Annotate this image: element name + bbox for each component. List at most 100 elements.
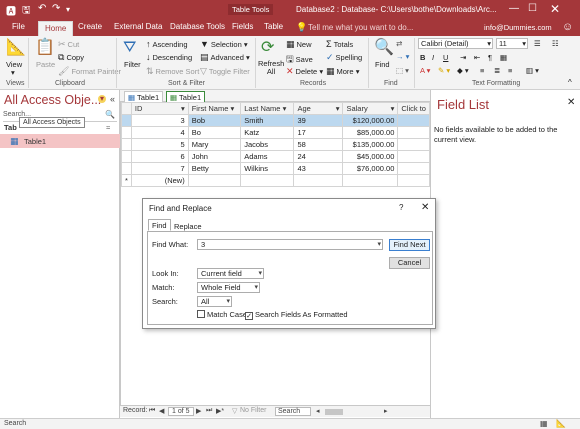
row-selector[interactable] — [121, 150, 132, 163]
cell-empty[interactable] — [397, 174, 430, 187]
copy-button[interactable]: ⧉ Copy — [58, 52, 84, 63]
selection-button[interactable]: ▼ Selection ▾ — [200, 39, 248, 49]
minimize-icon[interactable]: — — [509, 3, 519, 14]
goto-icon[interactable]: → ▾ — [396, 52, 409, 61]
paste-button[interactable]: Paste — [36, 60, 55, 69]
tab-database-tools[interactable]: Database Tools — [170, 22, 225, 31]
bold-icon[interactable]: B — [420, 53, 425, 62]
horizontal-scroll-thumb[interactable] — [325, 409, 343, 415]
cell-empty[interactable] — [293, 174, 344, 187]
collapse-section-icon[interactable]: ≈ — [106, 123, 110, 132]
last-record-icon[interactable]: ⏭ — [206, 407, 212, 415]
filter-button[interactable]: Filter — [124, 60, 141, 69]
row-selector-header[interactable] — [121, 102, 132, 115]
cell-id[interactable]: 3 — [130, 114, 189, 127]
descending-button[interactable]: ↓ Descending — [146, 52, 192, 62]
cell-first-name[interactable]: Mary — [187, 138, 242, 151]
table-row[interactable]: 7 Betty Wilkins 43 $76,000.00 — [121, 162, 430, 175]
row-selector[interactable] — [121, 114, 132, 127]
cell-last-name[interactable]: Katz — [240, 126, 295, 139]
find-icon[interactable]: 🔍 — [374, 37, 394, 57]
cell-empty[interactable] — [397, 162, 430, 175]
table-grid-icon[interactable]: ▦ — [500, 53, 507, 62]
cell-empty[interactable] — [397, 114, 430, 127]
new-row-label[interactable]: (New) — [130, 174, 189, 187]
highlight-icon[interactable]: ✎ ▾ — [438, 66, 450, 75]
cell-empty[interactable] — [187, 174, 242, 187]
column-header-age[interactable]: Age ▾ — [293, 102, 344, 115]
user-email[interactable]: info@Dummies.com — [484, 23, 552, 32]
table-row[interactable]: 5 Mary Jacobs 58 $135,000.00 — [121, 138, 430, 151]
table-row[interactable]: 3 Bob Smith 39 $120,000.00 — [121, 114, 430, 127]
next-record-icon[interactable]: ▶ — [196, 407, 201, 415]
datasheet-view-icon[interactable]: ▦ — [540, 419, 548, 428]
record-position[interactable]: 1 of 5 — [168, 407, 194, 416]
tab-home[interactable]: Home — [38, 21, 74, 36]
font-name-select[interactable]: Calibri (Detail) ▾ — [418, 38, 493, 49]
more-button[interactable]: ▦ More ▾ — [326, 66, 359, 77]
ascending-button[interactable]: ↑ Ascending — [146, 39, 188, 49]
column-header-salary[interactable]: Salary ▾ — [342, 102, 399, 115]
collapse-ribbon-icon[interactable]: ^ — [568, 78, 572, 87]
font-size-select[interactable]: 11 ▾ — [496, 38, 528, 49]
cell-empty[interactable] — [397, 138, 430, 151]
row-selector[interactable] — [121, 138, 132, 151]
help-icon[interactable]: ? — [399, 203, 403, 212]
column-header-id[interactable]: ID ▾ — [130, 102, 189, 115]
replace-icon[interactable]: ⇄ — [396, 39, 402, 48]
cell-salary[interactable]: $45,000.00 — [342, 150, 399, 163]
rtl-icon[interactable]: ¶ — [488, 53, 492, 62]
cell-empty[interactable] — [240, 174, 295, 187]
cell-empty[interactable] — [397, 126, 430, 139]
doc-tab-table1[interactable]: ▦ Table1 — [124, 91, 164, 102]
scroll-right-icon[interactable]: ▸ — [384, 407, 388, 415]
cell-age[interactable]: 43 — [293, 162, 344, 175]
row-selector[interactable] — [121, 162, 132, 175]
doc-tab-table1-active[interactable]: ▦ Table1 — [166, 91, 206, 102]
refresh-all-button[interactable]: Refresh All — [258, 60, 284, 76]
remove-sort-button[interactable]: ⇅ Remove Sort — [146, 66, 199, 77]
new-record-row[interactable]: * (New) — [121, 174, 430, 187]
underline-icon[interactable]: U — [443, 53, 448, 62]
cell-last-name[interactable]: Wilkins — [240, 162, 295, 175]
alt-row-color-icon[interactable]: ▥ ▾ — [526, 66, 539, 75]
cell-id[interactable]: 4 — [130, 126, 189, 139]
chevron-down-icon[interactable]: ▾ — [377, 240, 381, 249]
nav-section-header[interactable]: Tab — [4, 123, 17, 132]
search-formatted-checkbox[interactable]: ✓ Search Fields As Formatted — [245, 310, 348, 320]
design-view-icon[interactable]: 📐 — [556, 419, 566, 428]
cell-salary[interactable]: $135,000.00 — [342, 138, 399, 151]
indent-icon[interactable]: ⇥ — [460, 53, 466, 62]
close-icon[interactable]: ✕ — [567, 97, 575, 108]
look-in-select[interactable]: Current field ▾ — [197, 268, 264, 279]
filter-icon[interactable]: ⛛ — [123, 39, 136, 57]
nav-item-table1[interactable]: ▦ Table1 — [0, 134, 120, 148]
cell-last-name[interactable]: Smith — [240, 114, 295, 127]
cell-salary[interactable]: $120,000.00 — [342, 114, 399, 127]
cell-empty[interactable] — [342, 174, 399, 187]
prev-record-icon[interactable]: ◀ — [159, 407, 164, 415]
paste-icon[interactable]: 📋 — [35, 37, 55, 57]
tab-table[interactable]: Table — [264, 22, 283, 31]
cell-age[interactable]: 17 — [293, 126, 344, 139]
record-search-input[interactable]: Search — [275, 407, 311, 416]
tell-me-input[interactable]: Tell me what you want to do... — [308, 23, 413, 32]
find-button[interactable]: Find — [375, 60, 390, 69]
column-header-first-name[interactable]: First Name ▾ — [187, 102, 242, 115]
totals-button[interactable]: Σ Totals — [326, 39, 353, 49]
cell-id[interactable]: 7 — [130, 162, 189, 175]
spelling-button[interactable]: ✓ Spelling — [326, 52, 362, 63]
numbering-icon[interactable]: ☷ — [552, 39, 559, 48]
refresh-icon[interactable]: ⟳ — [261, 37, 274, 57]
save-icon[interactable]: 🖫 — [22, 3, 31, 20]
tab-external-data[interactable]: External Data — [114, 22, 162, 31]
select-icon[interactable]: ⬚ ▾ — [396, 66, 409, 75]
search-icon[interactable]: 🔍 — [105, 110, 115, 119]
cell-age[interactable]: 24 — [293, 150, 344, 163]
row-selector[interactable] — [121, 126, 132, 139]
cell-first-name[interactable]: Betty — [187, 162, 242, 175]
tab-fields[interactable]: Fields — [232, 22, 253, 31]
new-record-button[interactable]: ▦ New — [286, 39, 312, 50]
italic-icon[interactable]: I — [432, 53, 434, 62]
cell-first-name[interactable]: Bo — [187, 126, 242, 139]
